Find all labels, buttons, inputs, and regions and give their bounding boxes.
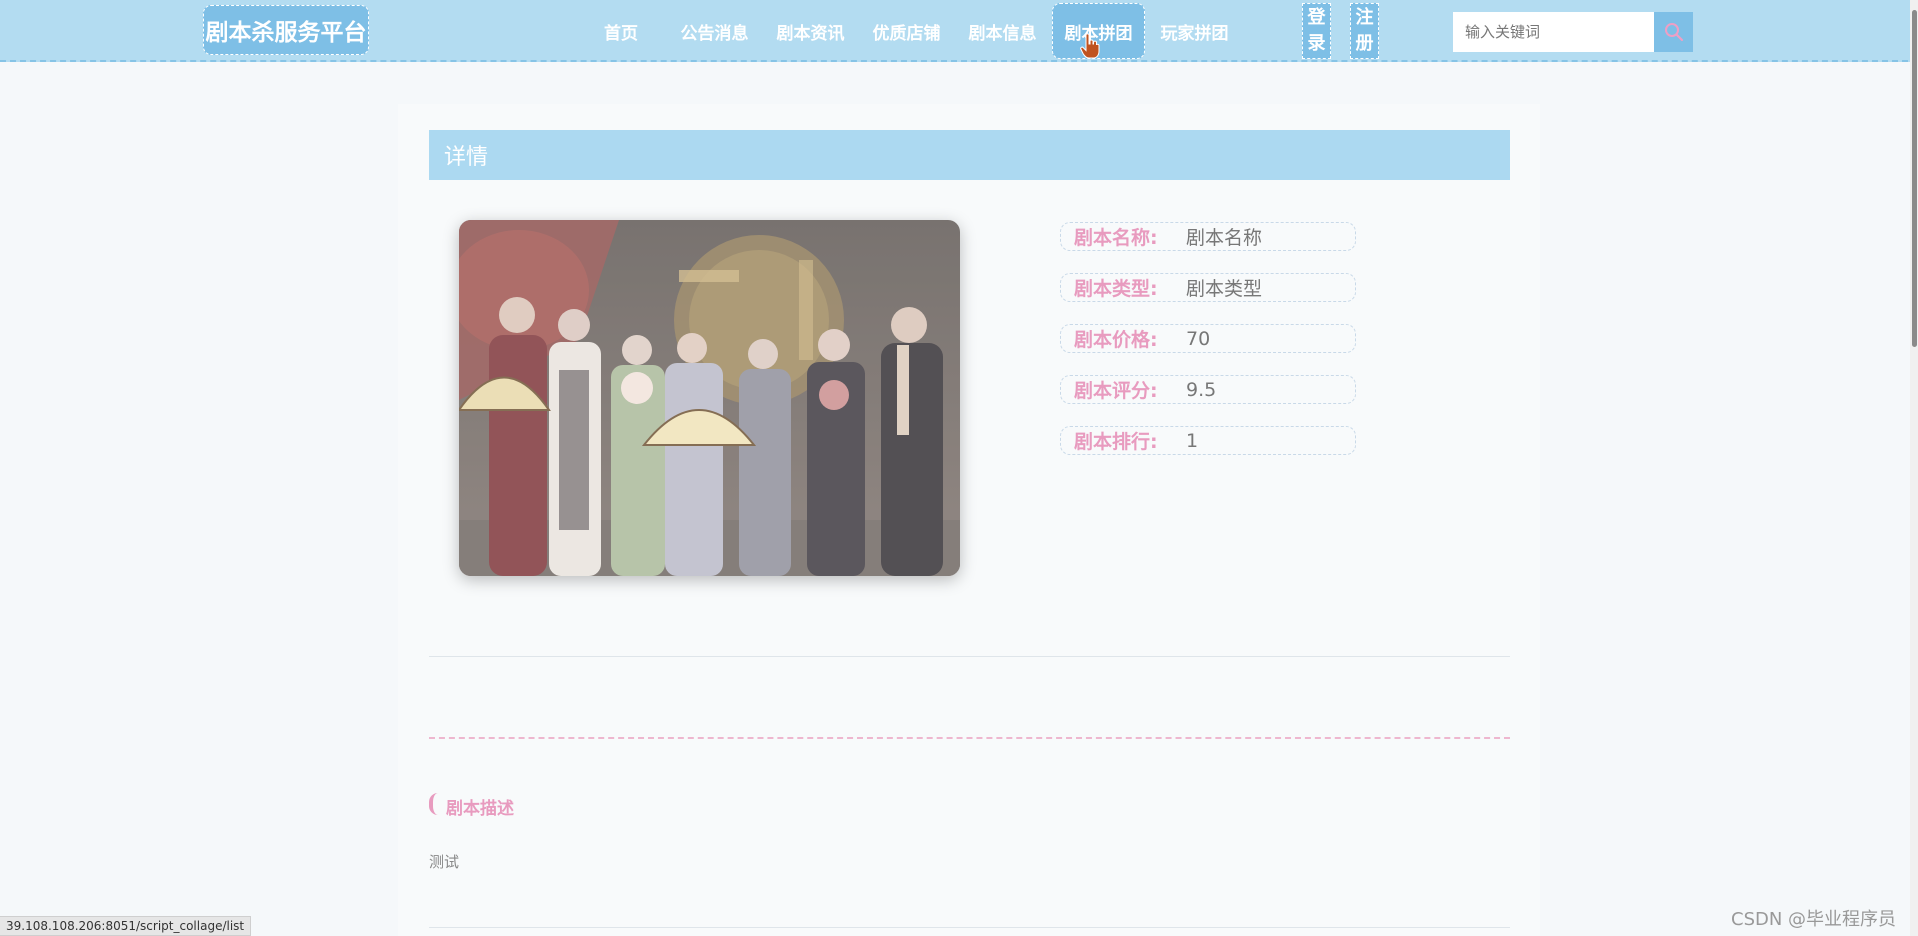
nav-quality-stores[interactable]: 优质店铺 xyxy=(865,3,948,59)
scrollbar-thumb[interactable] xyxy=(1912,10,1917,347)
section-marker-icon xyxy=(429,793,438,815)
top-navbar: 剧本杀服务平台 首页 公告消息 剧本资讯 优质店铺 剧本信息 剧本拼团 玩家拼团… xyxy=(0,0,1918,62)
search-button[interactable] xyxy=(1654,12,1693,52)
field-label: 剧本类型: xyxy=(1074,278,1158,300)
field-script-price: 剧本价格: 70 xyxy=(1060,324,1356,353)
login-button[interactable]: 登录 xyxy=(1302,3,1331,59)
description-title: 剧本描述 xyxy=(446,799,514,819)
site-logo[interactable]: 剧本杀服务平台 xyxy=(203,5,369,55)
nav-script-news[interactable]: 剧本资讯 xyxy=(769,3,852,59)
description-body: 测试 xyxy=(429,853,460,871)
script-cover-image xyxy=(459,220,960,576)
field-label: 剧本评分: xyxy=(1074,380,1158,402)
field-value: 剧本名称 xyxy=(1186,227,1263,249)
login-label: 登录 xyxy=(1307,7,1326,54)
field-script-rank: 剧本排行: 1 xyxy=(1060,426,1356,455)
nav-player-group[interactable]: 玩家拼团 xyxy=(1153,3,1236,59)
search-input[interactable] xyxy=(1453,12,1654,52)
field-value: 1 xyxy=(1186,429,1199,452)
field-label: 剧本排行: xyxy=(1074,431,1158,453)
nav-home[interactable]: 首页 xyxy=(585,3,657,59)
detail-header: 详情 xyxy=(429,130,1510,180)
dashed-divider xyxy=(429,737,1510,739)
watermark: CSDN @毕业程序员 xyxy=(1731,909,1897,930)
field-value: 9.5 xyxy=(1186,378,1217,401)
divider xyxy=(429,927,1510,928)
field-label: 剧本名称: xyxy=(1074,227,1158,249)
search-icon xyxy=(1664,23,1683,42)
status-bar-url: 39.108.108.206:8051/script_collage/list xyxy=(0,916,252,936)
field-script-rating: 剧本评分: 9.5 xyxy=(1060,375,1356,404)
divider xyxy=(429,656,1510,657)
register-button[interactable]: 注册 xyxy=(1350,3,1379,59)
cover-photo-illustration xyxy=(459,220,960,576)
field-label: 剧本价格: xyxy=(1074,329,1158,351)
register-label: 注册 xyxy=(1355,7,1374,54)
field-value: 70 xyxy=(1186,327,1211,350)
hand-cursor-icon xyxy=(1080,33,1100,59)
detail-title: 详情 xyxy=(444,145,489,170)
field-script-type: 剧本类型: 剧本类型 xyxy=(1060,273,1356,302)
field-script-name: 剧本名称: 剧本名称 xyxy=(1060,222,1356,251)
nav-script-info[interactable]: 剧本信息 xyxy=(961,3,1044,59)
field-value: 剧本类型 xyxy=(1186,278,1263,300)
nav-announcements[interactable]: 公告消息 xyxy=(673,3,756,59)
